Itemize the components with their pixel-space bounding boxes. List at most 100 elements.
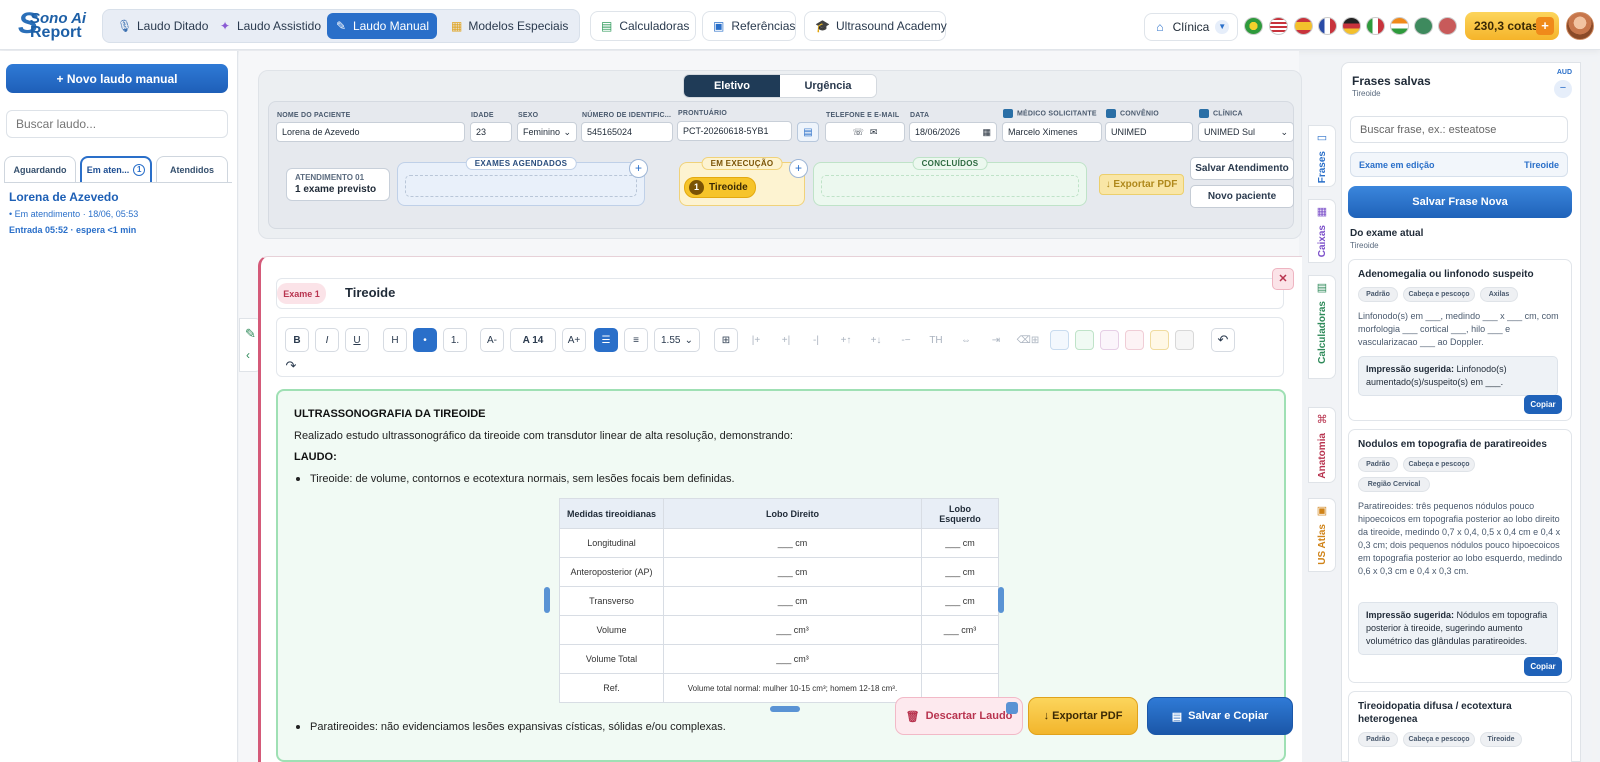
numero-input[interactable]: 545165024 [581,122,673,142]
clinica-select[interactable]: UNIMED Sul ⌄ [1198,122,1294,142]
table-cell[interactable]: Volume total normal: mulher 10-15 cm³; h… [663,673,922,703]
medico-input[interactable]: Marcelo Ximenes [1002,122,1102,142]
tab-anatomia[interactable]: ⌘ Anatomia [1308,407,1336,483]
bullet-list-button[interactable]: • [413,328,437,352]
salvar-copiar-button[interactable]: ▤ Salvar e Copiar [1147,697,1293,735]
copy-prontuario-button[interactable]: ▤ [797,122,819,142]
table-delete-button[interactable]: ⌫⊞ [1014,328,1042,352]
align-justify-button[interactable]: ≡ [624,328,648,352]
ultrasound-academy-button[interactable]: 🎓 Ultrasound Academy [804,11,947,41]
mode-laudo-assistido[interactable]: ✦ Laudo Assistido [211,13,329,39]
table-resize-handle-left[interactable] [544,587,550,613]
novo-paciente-button[interactable]: Novo paciente [1190,185,1294,208]
color-swatch-purple[interactable] [1100,330,1119,350]
patient-list-item[interactable]: Lorena de Azevedo • Em atendimento · 18/… [9,190,229,235]
mode-modelos-especiais[interactable]: ▦ Modelos Especiais [443,13,573,39]
undo-button[interactable]: ↶ [1211,328,1235,352]
tab-frases[interactable]: ▭ Frases [1308,125,1336,187]
table-cell[interactable]: Transverso [559,586,664,616]
table-cell[interactable]: ___ cm [663,528,922,558]
flag-china-icon[interactable] [1438,17,1457,35]
table-cell[interactable]: Volume Total [559,644,664,674]
flag-spain-icon[interactable] [1294,17,1313,35]
tab-calculadoras[interactable]: ▤ Calculadoras [1308,275,1336,379]
color-swatch-green[interactable] [1075,330,1094,350]
add-exam-button[interactable]: + [789,159,808,178]
underline-button[interactable]: U [345,328,369,352]
tab-em-atendimento[interactable]: Em aten... 1 [80,156,152,182]
flag-saudi-icon[interactable] [1414,17,1433,35]
laudo-search-input[interactable] [6,110,228,138]
font-decrease-button[interactable]: A- [480,328,504,352]
align-left-button[interactable]: ☰ [594,328,618,352]
calculadoras-button[interactable]: ▤ Calculadoras [590,11,696,41]
table-remove-col-button[interactable]: -| [804,328,828,352]
frase-card[interactable]: Nodulos em topografia de paratireoides P… [1348,429,1572,683]
color-swatch-gray[interactable] [1175,330,1194,350]
table-cell[interactable]: ___ cm³ [663,644,922,674]
flag-italy-icon[interactable] [1366,17,1385,35]
referencias-button[interactable]: ▣ Referências [702,11,796,41]
flag-usa-icon[interactable] [1269,17,1288,35]
app-logo[interactable]: S Sono Ai Report [18,9,92,42]
table-add-row-below-button[interactable]: +↓ [864,328,888,352]
exames-agendados-zone[interactable]: EXAMES AGENDADOS + [397,157,648,206]
frase-card[interactable]: Tireoidopatia difusa / ecotextura hetero… [1348,691,1572,762]
measurement-table[interactable]: Medidas tireoidianas Lobo Direito Lobo E… [559,498,999,703]
redo-button[interactable]: ↷ [279,356,303,376]
flag-france-icon[interactable] [1318,17,1337,35]
eletivo-option[interactable]: Eletivo [684,75,780,97]
tab-us-atlas[interactable]: ▣ US Atlas [1308,498,1336,572]
line-height-select[interactable]: 1.55 ⌄ [654,328,700,352]
add-exam-button[interactable]: + [629,159,648,178]
copiar-button[interactable]: Copiar [1524,395,1562,414]
exam-pill-tireoide[interactable]: 1 Tireoide [684,177,756,198]
font-size-field[interactable]: A 14 [510,328,556,352]
concluidos-zone[interactable]: CONCLUÍDOS [813,157,1087,206]
tab-atendidos[interactable]: Atendidos [156,156,228,182]
drag-handle-icon[interactable] [1006,702,1018,714]
table-cell[interactable]: Anteroposterior (AP) [559,557,664,587]
italic-button[interactable]: I [315,328,339,352]
data-input[interactable]: 18/06/2026 ▦ [909,122,997,142]
heading-button[interactable]: H [383,328,407,352]
cotas-badge[interactable]: 230,3 cotas + [1465,12,1559,40]
contato-field[interactable]: ☏ ✉ [825,122,905,142]
frase-card[interactable]: Adenomegalia ou linfonodo suspeito Padrã… [1348,259,1572,421]
table-cell[interactable]: ___ cm³ [921,615,999,645]
sexo-select[interactable]: Feminino ⌄ [517,122,577,142]
table-add-col-left-button[interactable]: |+ [744,328,768,352]
color-swatch-yellow[interactable] [1150,330,1169,350]
salvar-frase-nova-button[interactable]: Salvar Frase Nova [1348,186,1572,218]
table-cell[interactable]: ___ cm³ [663,615,922,645]
add-cotas-button[interactable]: + [1536,17,1554,35]
table-resize-handle-bottom[interactable] [770,706,800,712]
table-cell[interactable]: ___ cm [921,528,999,558]
tab-caixas[interactable]: ▦ Caixas [1308,199,1336,263]
clinic-selector[interactable]: ⌂ Clínica ▼ [1144,13,1238,41]
table-cell[interactable]: ___ cm [921,557,999,587]
table-cell[interactable]: ___ cm [663,586,922,616]
export-pdf-disabled-button[interactable]: ↓ Exportar PDF [1099,174,1184,195]
collapse-panel-button[interactable]: − [1554,80,1572,98]
table-cell[interactable]: Volume [559,615,664,645]
idade-input[interactable]: 23 [470,122,512,142]
tab-aguardando[interactable]: Aguardando [4,156,76,182]
exam-title[interactable]: Tireoide [345,285,395,300]
color-swatch-pink[interactable] [1125,330,1144,350]
urgencia-option[interactable]: Urgência [780,75,876,97]
flag-india-icon[interactable] [1390,17,1409,35]
table-cell[interactable]: ___ cm [921,586,999,616]
table-cell[interactable]: Ref. [559,673,664,703]
descartar-laudo-button[interactable]: 🗑 Descartar Laudo [895,697,1023,735]
table-merge-button[interactable]: ⇔ [954,328,978,352]
table-split-button[interactable]: ⇥ [984,328,1008,352]
convenio-input[interactable]: UNIMED [1105,122,1193,142]
ordered-list-button[interactable]: 1. [443,328,467,352]
table-resize-handle-right[interactable] [998,587,1004,613]
bold-button[interactable]: B [285,328,309,352]
user-avatar[interactable] [1566,12,1594,40]
insert-table-button[interactable]: ⊞ [714,328,738,352]
nome-input[interactable]: Lorena de Azevedo [276,122,465,142]
salvar-atendimento-button[interactable]: Salvar Atendimento [1190,157,1294,180]
